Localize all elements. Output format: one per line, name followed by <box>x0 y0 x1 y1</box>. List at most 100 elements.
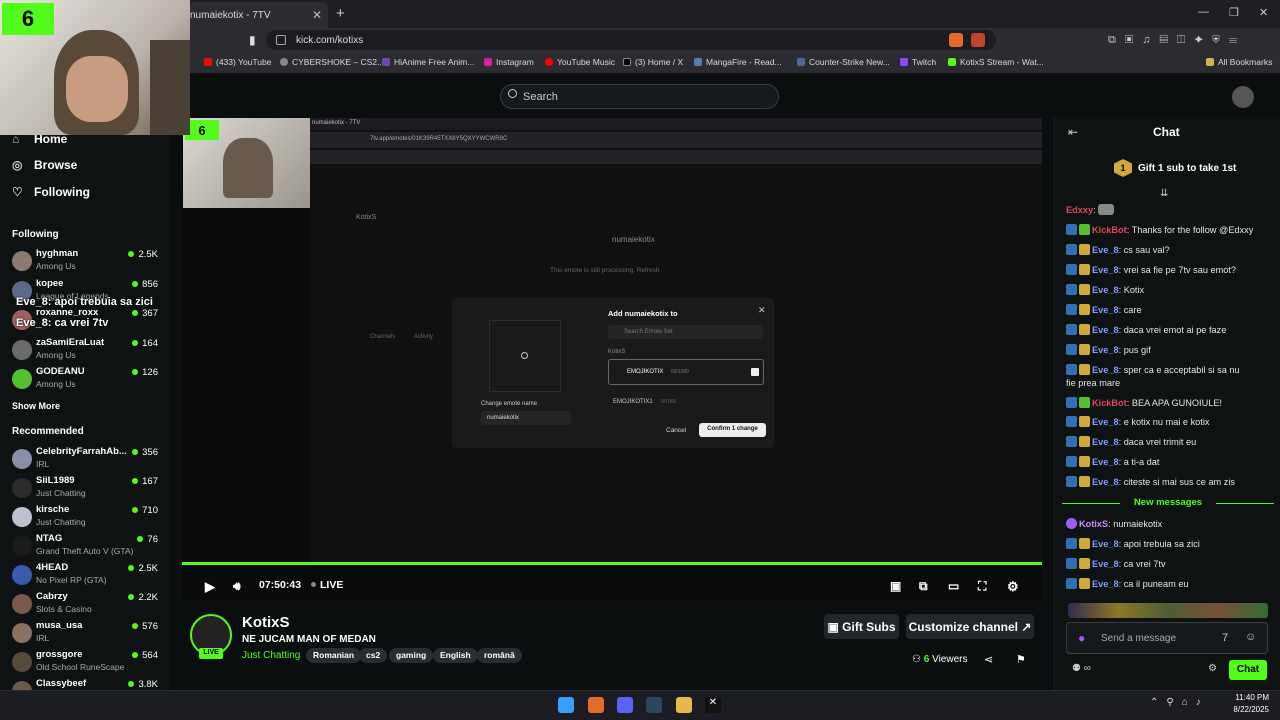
bookmark-kotixs[interactable]: KotixS Stream - Wat... <box>948 57 1044 67</box>
emoji-icon[interactable]: ☺ <box>1245 631 1256 643</box>
fullscreen-icon[interactable]: ⛶ <box>978 579 986 594</box>
following-channel[interactable]: hyghman Among Us 2.5K <box>10 248 162 276</box>
chat-username[interactable]: Eve_8 <box>1092 559 1119 569</box>
bookmark-instagram[interactable]: Instagram <box>484 57 534 67</box>
channel-name[interactable]: KotixS <box>242 614 290 631</box>
bookmark-x[interactable]: (3) Home / X <box>623 57 683 67</box>
steam-icon[interactable] <box>646 697 662 713</box>
following-channel[interactable]: GODEANU Among Us 126 <box>10 366 162 394</box>
share-icon[interactable]: ⋖ <box>984 653 993 666</box>
chat-username[interactable]: Eve_8 <box>1092 365 1119 375</box>
bookmark-hianime[interactable]: HiAnime Free Anim... <box>382 57 474 67</box>
stream-tag[interactable]: English <box>433 648 478 663</box>
category-link[interactable]: Just Chatting <box>242 650 300 661</box>
start-icon[interactable] <box>558 697 574 713</box>
discord-icon[interactable] <box>617 697 633 713</box>
clock-time[interactable]: 11:40 PM <box>1229 693 1269 702</box>
chat-username[interactable]: Eve_8 <box>1092 345 1119 355</box>
chat-username[interactable]: Eve_8 <box>1092 285 1119 295</box>
chat-username[interactable]: Eve_8 <box>1092 305 1119 315</box>
system-tray-icons[interactable]: ⌃⚲⌂♪ <box>1150 697 1209 708</box>
recommended-channel[interactable]: CelebrityFarrahAb... IRL 356 <box>10 446 162 474</box>
video-progress-bar[interactable] <box>182 562 1042 565</box>
stream-tag[interactable]: cs2 <box>359 648 388 663</box>
emote-name-input[interactable]: numaiekotix <box>481 411 571 425</box>
more-options-icon[interactable]: ⚑ <box>1016 653 1026 666</box>
chat-username[interactable]: Eve_8 <box>1092 265 1119 275</box>
bookmark-youtube-music[interactable]: YouTube Music <box>545 57 615 67</box>
pinned-expand-icon[interactable]: ⇊ <box>1160 188 1168 199</box>
miniplayer-icon[interactable]: ▣ <box>890 579 901 593</box>
collapse-chat-icon[interactable]: ⇤ <box>1068 125 1078 139</box>
search-input[interactable]: Search <box>500 84 779 109</box>
settings-gear-icon[interactable]: ⚙ <box>1007 579 1019 595</box>
capcut-icon[interactable]: ✕ <box>705 697 721 713</box>
gift-banner[interactable]: Gift 1 sub to take 1st <box>1138 163 1236 174</box>
chat-username[interactable]: Eve_8 <box>1092 437 1119 447</box>
brave-shield-icon[interactable] <box>949 33 963 47</box>
chat-message-input[interactable]: Send a message <box>1066 622 1268 654</box>
recommended-channel[interactable]: NTAG Grand Theft Auto V (GTA) 76 <box>10 533 162 561</box>
emote-bar[interactable] <box>1068 603 1268 618</box>
site-info-icon[interactable] <box>276 35 286 45</box>
nav-following[interactable]: ♡ Following <box>12 185 90 199</box>
extensions-icons[interactable]: ⧉▣♫▤◫✦⛨☰ <box>1108 34 1246 47</box>
bookmark-youtube[interactable]: (433) YouTube <box>204 57 271 67</box>
stream-tag[interactable]: gaming <box>389 648 434 663</box>
minimize-icon[interactable]: — <box>1198 6 1209 18</box>
clip-icon[interactable]: ⧉ <box>919 579 928 594</box>
confirm-change-button[interactable]: Confirm 1 change <box>699 423 766 437</box>
chat-username[interactable]: Eve_8 <box>1092 457 1119 467</box>
microphone-icon[interactable]: ● <box>1078 631 1085 645</box>
emote-set-option-1[interactable]: EMOJIKOTIX 89/1000 <box>608 359 764 385</box>
recommended-channel[interactable]: grossgore Old School RuneScape 564 <box>10 649 162 677</box>
play-icon[interactable]: ▶ <box>205 579 215 595</box>
live-indicator[interactable]: LIVE <box>320 579 343 591</box>
chat-username[interactable]: Eve_8 <box>1092 579 1119 589</box>
bookmark-mangafire[interactable]: MangaFire - Read... <box>694 57 782 67</box>
address-bar[interactable]: kick.com/kotixs <box>266 30 996 50</box>
chat-settings-icon[interactable]: ⚙ <box>1208 663 1217 674</box>
recommended-channel[interactable]: Cabrzy Slots & Casino 2.2K <box>10 591 162 619</box>
bookmark-twitch[interactable]: Twitch <box>900 57 936 67</box>
new-tab-icon[interactable]: + <box>336 5 345 22</box>
chat-users-icon[interactable]: ⚉ ∞ <box>1072 663 1091 674</box>
show-more-link[interactable]: Show More <box>12 401 60 411</box>
modal-close-icon[interactable]: ✕ <box>758 305 766 316</box>
clock-date[interactable]: 8/22/2025 <box>1225 705 1269 714</box>
customize-channel-button[interactable]: Customize channel ↗ <box>906 614 1034 639</box>
volume-icon[interactable]: 🔊︎ <box>233 579 241 594</box>
file-explorer-icon[interactable] <box>676 697 692 713</box>
chat-username[interactable]: Eve_8 <box>1092 417 1119 427</box>
send-chat-button[interactable]: Chat <box>1229 660 1267 680</box>
following-channel[interactable]: zaSamiEraLuat Among Us 164 <box>10 337 162 365</box>
all-bookmarks[interactable]: All Bookmarks <box>1206 57 1272 67</box>
nav-browse[interactable]: ◎ Browse <box>12 158 77 172</box>
bookmark-icon[interactable]: ▮ <box>249 33 256 47</box>
recommended-channel[interactable]: kirsche Just Chatting 710 <box>10 504 162 532</box>
gift-subs-button[interactable]: ▣ Gift Subs <box>824 614 899 639</box>
7tv-icon[interactable]: 7 <box>1222 632 1228 644</box>
bookmark-counter-strike[interactable]: Counter-Strike New... <box>797 57 890 67</box>
cancel-button[interactable]: Cancel <box>666 427 686 434</box>
bookmark-cybershoke[interactable]: CYBERSHOKE – CS2... <box>280 57 384 67</box>
emote-set-option-2[interactable]: EMOJIKOTIX1 <box>613 399 653 405</box>
browser-tab[interactable]: numaiekotix - 7TV ✕ <box>188 2 328 28</box>
chat-username[interactable]: KickBot <box>1092 398 1127 408</box>
brave-rewards-icon[interactable] <box>971 33 985 47</box>
window-close-icon[interactable]: ✕ <box>1259 6 1268 19</box>
user-avatar[interactable] <box>1232 86 1254 108</box>
chat-username[interactable]: KotixS <box>1079 519 1108 529</box>
brave-icon[interactable] <box>588 697 604 713</box>
maximize-icon[interactable]: ❐ <box>1229 6 1239 19</box>
recommended-channel[interactable]: musa_usa IRL 576 <box>10 620 162 648</box>
recommended-channel[interactable]: SiiL1989 Just Chatting 167 <box>10 475 162 503</box>
close-tab-icon[interactable]: ✕ <box>312 8 322 22</box>
theater-mode-icon[interactable]: ▭ <box>948 579 959 593</box>
emote-set-search[interactable]: Search Emote Set <box>608 325 763 339</box>
chat-username[interactable]: Eve_8 <box>1092 245 1119 255</box>
stream-tag[interactable]: română <box>477 648 522 663</box>
chat-username[interactable]: KickBot <box>1092 225 1127 235</box>
stream-tag[interactable]: Romanian <box>306 648 362 663</box>
chat-username[interactable]: Eve_8 <box>1092 325 1119 335</box>
